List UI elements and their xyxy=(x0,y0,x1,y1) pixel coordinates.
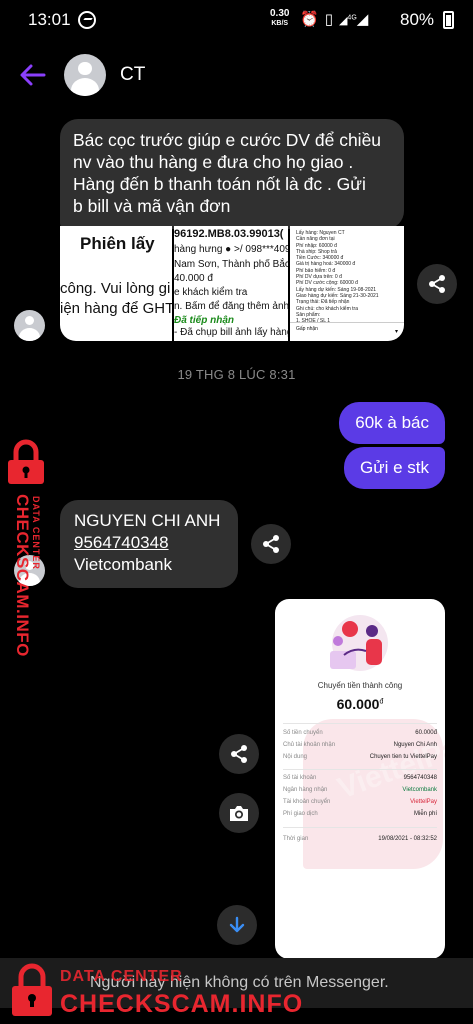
watermark-data-center: DATA CENTER xyxy=(60,968,183,985)
image-thumbnail[interactable]: 96192.MB8.03.99013( hàng hưng ● >/ 098**… xyxy=(174,226,288,341)
conversation-header: CT xyxy=(0,46,473,104)
share-button[interactable] xyxy=(219,734,259,774)
divider xyxy=(283,769,437,770)
message-timestamp: 19 THG 8 LÚC 8:31 xyxy=(177,367,296,382)
status-bar: 13:01 0.30 KB/S ⏰▯◢4G◢ 80% xyxy=(0,0,473,40)
scroll-to-bottom-button[interactable] xyxy=(217,905,257,945)
image-thumbnail[interactable]: Phiên lấy công. Vui lòng gi iện hàng để … xyxy=(60,226,172,341)
receipt-title: Chuyển tiền thành công xyxy=(317,681,403,690)
outgoing-message[interactable]: 60k à bác xyxy=(339,402,445,444)
account-number-link[interactable]: 9564740348 xyxy=(74,532,224,554)
chevron-down-icon: ▾ xyxy=(394,329,398,335)
back-button[interactable] xyxy=(18,62,46,88)
thumb-text: công. Vui lòng gi xyxy=(60,280,171,297)
receipt-row: Số tài khoản 9564740348 xyxy=(283,775,437,781)
receipt-row: Nội dung Chuyen tien tu ViettelPay xyxy=(283,754,437,760)
thumb-text: Nam Sơn, Thành phố Bắc Nin xyxy=(174,259,288,270)
thumb-text: Lấy hàng: Nguyen CT Cần nâng đơn tại Phí… xyxy=(296,230,379,325)
receipt-row: Chủ tài khoản nhận Nguyen Chi Anh xyxy=(283,742,437,748)
checkscam-watermark: DATA CENTER CHECKSCAM.INFO xyxy=(0,438,60,668)
messenger-notification-icon xyxy=(78,11,96,29)
thumb-text: e khách kiểm tra xyxy=(174,287,248,298)
share-icon xyxy=(263,535,279,553)
divider xyxy=(283,827,437,828)
wifi-off-icon: ◢ xyxy=(356,11,369,28)
camera-button[interactable] xyxy=(219,793,259,833)
share-icon xyxy=(429,275,445,293)
alarm-icon: ⏰ xyxy=(300,11,325,28)
contact-avatar[interactable] xyxy=(64,54,106,96)
outgoing-message[interactable]: Gửi e stk xyxy=(343,447,445,489)
receipt-amount: 60.000đ xyxy=(336,696,384,712)
receipt-image[interactable]: ViettelPay Chuyển tiền thành công 60.000… xyxy=(275,599,445,959)
thumb-title: Phiên lấy xyxy=(80,234,155,253)
vibrate-icon: ▯ xyxy=(324,11,339,28)
image-thumbnail[interactable]: Lấy hàng: Nguyen CT Cần nâng đơn tại Phí… xyxy=(290,226,404,341)
message-text: Bác cọc trước giúp e cước DV để chiều nv… xyxy=(73,130,382,216)
signal-4g-icon: ◢4G xyxy=(338,14,357,27)
sender-avatar[interactable] xyxy=(14,310,45,341)
thumb-text: n. Bấm để đăng thêm ảnh!!! xyxy=(174,301,288,312)
share-button[interactable] xyxy=(251,524,291,564)
thumb-text: Đã tiếp nhận xyxy=(174,315,235,326)
camera-icon xyxy=(230,806,248,821)
success-illustration-icon xyxy=(330,615,388,671)
battery-percent: 80% xyxy=(400,10,435,29)
receipt-row: Phí giao dịch Miễn phí xyxy=(283,811,437,817)
share-icon xyxy=(231,745,247,763)
bank-name: Vietcombank xyxy=(74,555,172,574)
thumb-text: iện hàng để GHT xyxy=(60,300,172,317)
battery-icon xyxy=(443,11,454,29)
share-button[interactable] xyxy=(417,264,457,304)
receipt-row: Ngân hàng nhận Vietcombank xyxy=(283,787,437,793)
net-speed-value: 0.30 xyxy=(270,8,290,19)
arrow-down-icon xyxy=(229,916,245,933)
back-arrow-icon xyxy=(20,64,46,86)
thumb-text: hàng hưng ● >/ 098***4090 xyxy=(174,244,288,255)
thumb-text: 96192.MB8.03.99013( xyxy=(174,228,284,240)
status-time: 13:01 xyxy=(28,10,71,29)
net-speed-unit: KB/S xyxy=(271,20,289,27)
thumb-text: - Đã chụp bill ảnh lấy hàng. xyxy=(174,327,288,338)
receipt-row: Thời gian 19/08/2021 - 08:32:52 xyxy=(283,836,437,842)
image-attachments: Phiên lấy công. Vui lòng gi iện hàng để … xyxy=(60,226,404,341)
divider xyxy=(283,723,437,724)
thumb-text: Gấp nhận xyxy=(290,322,404,336)
lock-icon xyxy=(12,963,52,1016)
watermark-site: CHECKSCAM.INFO xyxy=(60,990,304,1018)
receipt-row: Số tiền chuyển 60.000đ xyxy=(283,730,437,736)
watermark-site: CHECKSCAM.INFO xyxy=(13,494,32,657)
thumb-text: 40.000 đ xyxy=(174,273,213,284)
incoming-message[interactable]: Bác cọc trước giúp e cước DV để chiều nv… xyxy=(60,119,404,229)
receipt-row: Tài khoản chuyển ViettelPay xyxy=(283,799,437,805)
watermark-data-center: DATA CENTER xyxy=(31,496,41,570)
contact-name[interactable]: CT xyxy=(120,64,145,86)
incoming-message[interactable]: NGUYEN CHI ANH 9564740348 Vietcombank xyxy=(60,500,238,588)
status-icons: ⏰▯◢4G◢ xyxy=(300,10,368,28)
account-name: NGUYEN CHI ANH xyxy=(74,511,221,530)
network-speed: 0.30 KB/S xyxy=(270,9,289,29)
lock-icon xyxy=(8,439,44,484)
